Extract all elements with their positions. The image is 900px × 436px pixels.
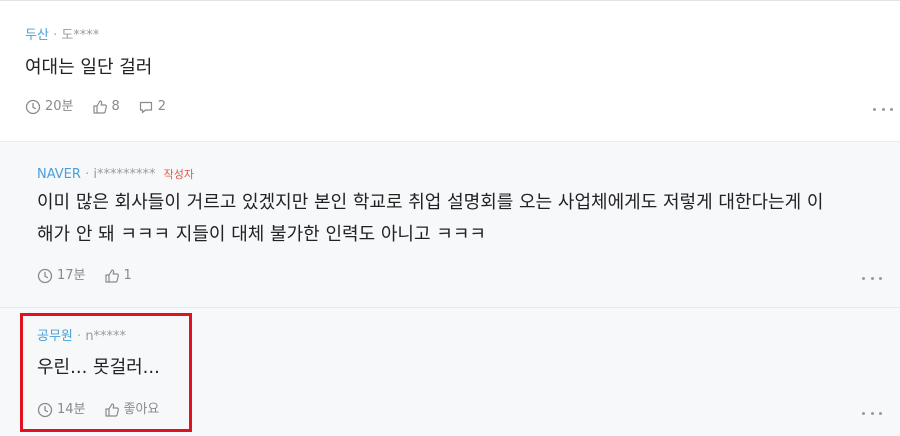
like-button[interactable]: 좋아요 [104, 402, 160, 418]
user-name: n***** [85, 329, 127, 344]
comment-meta: NAVER · i********* 작성자 [37, 167, 194, 183]
comment-item: 두산 · 도**** 여대는 일단 걸러 20분 8 2 [0, 1, 900, 142]
like-count: 8 [111, 99, 120, 114]
reply-button[interactable]: 2 [138, 99, 166, 115]
comment-actions: 17분 1 [37, 268, 150, 284]
time-stamp: 14분 [37, 402, 86, 418]
company-name[interactable]: 공무원 [37, 329, 73, 344]
time-label: 20분 [45, 99, 74, 114]
clock-icon [37, 268, 53, 284]
reply-comment-item: 공무원 · n***** 우린... 못걸러... 14분 좋아요 [0, 308, 900, 436]
meta-separator: · [85, 167, 90, 182]
time-stamp: 20분 [25, 99, 74, 115]
user-name: 도**** [61, 28, 100, 43]
comment-text-line: 해가 안 돼 ㅋㅋㅋ 지들이 대체 불가한 인력도 아니고 ㅋㅋㅋ [37, 224, 486, 245]
more-dots-icon [873, 107, 876, 111]
meta-separator: · [53, 28, 58, 43]
more-options-button[interactable] [862, 406, 882, 420]
thumbs-up-icon [104, 403, 119, 417]
time-stamp: 17분 [37, 268, 86, 284]
time-label: 14분 [57, 402, 86, 417]
more-options-button[interactable] [862, 271, 882, 285]
like-count: 1 [123, 268, 132, 283]
like-label: 좋아요 [123, 402, 160, 417]
comment-text: 이미 많은 회사들이 거르고 있겠지만 본인 학교로 취업 설명회를 오는 사업… [37, 187, 892, 251]
time-label: 17분 [57, 268, 86, 283]
like-button[interactable]: 1 [104, 268, 132, 284]
user-name: i********* [93, 167, 156, 182]
comment-actions: 14분 좋아요 [37, 402, 177, 418]
comment-text-line: 이미 많은 회사들이 거르고 있겠지만 본인 학교로 취업 설명회를 오는 사업… [37, 192, 824, 213]
comment-actions: 20분 8 2 [25, 99, 184, 115]
clock-icon [37, 402, 53, 418]
comment-text: 여대는 일단 걸러 [25, 57, 153, 78]
comment-meta: 공무원 · n***** [37, 329, 126, 345]
reply-comment-item: NAVER · i********* 작성자 이미 많은 회사들이 거르고 있겠… [0, 142, 900, 308]
clock-icon [25, 99, 41, 115]
reply-count: 2 [157, 99, 167, 114]
company-name[interactable]: 두산 [25, 28, 49, 43]
author-badge: 작성자 [163, 168, 194, 181]
speech-bubble-icon [139, 101, 152, 114]
comment-meta: 두산 · 도**** [25, 28, 99, 44]
thumbs-up-icon [92, 100, 107, 114]
more-dots-icon [862, 411, 865, 415]
meta-separator: · [77, 329, 82, 344]
more-dots-icon [862, 276, 865, 280]
thumbs-up-icon [104, 269, 119, 283]
like-button[interactable]: 8 [92, 99, 120, 115]
comment-text: 우린... 못걸러... [37, 357, 160, 378]
company-name[interactable]: NAVER [37, 167, 81, 182]
more-options-button[interactable] [873, 102, 893, 116]
